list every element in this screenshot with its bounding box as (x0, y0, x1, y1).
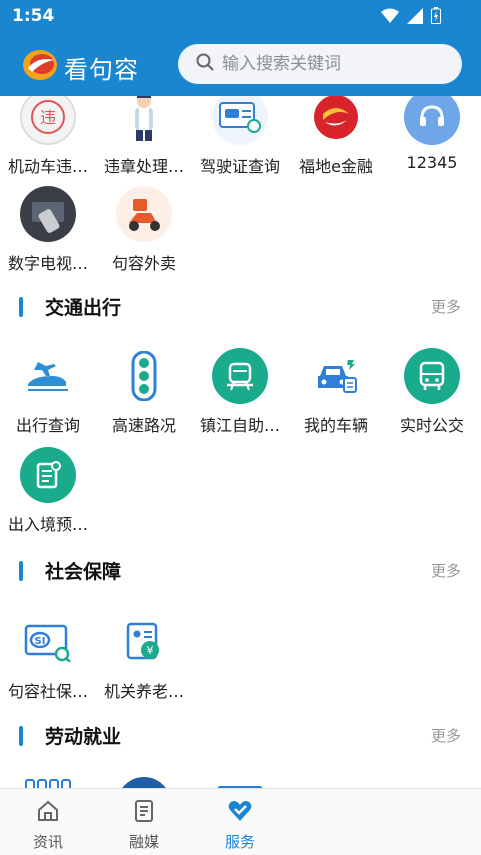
section-title: 交通出行 (45, 297, 122, 319)
service-label: 12345 (406, 153, 458, 172)
section-accent-bar (19, 561, 23, 581)
employment-icon-3[interactable] (218, 779, 262, 788)
section-title: 社会保障 (45, 561, 122, 583)
service-license-query[interactable]: 驾驶证查询 (192, 96, 288, 177)
home-icon (36, 800, 60, 827)
service-efinance[interactable]: 福地e金融 (288, 96, 384, 177)
train-plane-icon (20, 348, 76, 404)
service-travel-query[interactable]: 出行查询 (0, 348, 96, 436)
service-realtime-bus[interactable]: 实时公交 (384, 348, 480, 436)
service-label: 福地e金融 (299, 157, 373, 176)
self-service-car-icon (212, 348, 268, 404)
service-label: 出入境预… (7, 515, 88, 534)
social-security-card-icon: SI (20, 614, 76, 670)
tab-label: 资讯 (32, 833, 63, 851)
tab-spacer (288, 789, 481, 855)
document-icon (132, 800, 156, 827)
tab-services[interactable]: 服务 (192, 789, 288, 855)
heart-icon (227, 801, 253, 827)
search-input[interactable] (222, 54, 442, 74)
employment-icon-1[interactable] (22, 776, 72, 788)
service-highway-status[interactable]: 高速路况 (96, 348, 192, 436)
service-exit-entry[interactable]: 出入境预… (0, 447, 96, 535)
service-vehicle-violation[interactable]: 违 机动车违… (0, 96, 96, 177)
bus-icon (404, 348, 460, 404)
tv-remote-icon (20, 186, 76, 242)
service-digital-tv[interactable]: 数字电视… (0, 186, 96, 274)
service-label: 数字电视… (7, 254, 88, 273)
status-icons (381, 7, 441, 28)
search-icon (196, 53, 214, 75)
section-accent-bar (19, 726, 23, 746)
traffic-light-icon (116, 348, 172, 404)
tab-news[interactable]: 资讯 (0, 789, 96, 855)
more-link[interactable]: 更多 (431, 725, 461, 746)
employment-icon-2[interactable] (116, 776, 172, 788)
section-transport-header: 交通出行 更多 (0, 287, 481, 327)
search-bar[interactable] (178, 44, 462, 84)
battery-icon (431, 7, 441, 28)
my-car-icon (308, 348, 364, 404)
traffic-police-icon (116, 96, 172, 145)
service-label: 我的车辆 (303, 416, 368, 435)
svg-text:SI: SI (35, 636, 46, 647)
app-header: 看句容 (0, 34, 481, 96)
section-accent-bar (19, 297, 23, 317)
service-label: 实时公交 (399, 416, 464, 435)
service-label: 高速路况 (111, 416, 176, 435)
section-employment-header: 劳动就业 更多 (0, 716, 481, 756)
service-label: 机动车违… (7, 157, 88, 176)
violation-icon: 违 (20, 96, 76, 145)
service-label: 机关养老… (103, 682, 184, 701)
services-content[interactable]: 违 机动车违… 违章处理… 驾驶证查询 福地e金融 12345 数字电视… 句容… (0, 96, 481, 788)
section-social-security-header: 社会保障 更多 (0, 551, 481, 591)
more-link[interactable]: 更多 (431, 296, 461, 317)
tab-label: 服务 (224, 833, 255, 851)
bank-logo-icon (308, 96, 364, 145)
hotline-icon (404, 96, 460, 145)
delivery-scooter-icon (116, 186, 172, 242)
service-label: 句容社保… (7, 682, 88, 701)
service-takeout[interactable]: 句容外卖 (96, 186, 192, 274)
service-violation-handling[interactable]: 违章处理… (96, 96, 192, 177)
service-my-vehicle[interactable]: 我的车辆 (288, 348, 384, 436)
tab-media[interactable]: 融媒 (96, 789, 192, 855)
svg-text:违: 违 (40, 108, 56, 127)
app-logo[interactable]: 看句容 (22, 48, 139, 86)
pension-card-icon: ¥ (116, 614, 172, 670)
logo-icon (22, 48, 58, 86)
svg-text:¥: ¥ (147, 644, 154, 657)
wifi-icon (381, 8, 399, 28)
service-12345[interactable]: 12345 (384, 96, 480, 172)
bottom-tab-bar: 资讯 融媒 服务 (0, 788, 481, 855)
service-label: 驾驶证查询 (199, 157, 280, 176)
passport-document-icon (20, 447, 76, 503)
service-label: 镇江自助… (199, 416, 280, 435)
section-title: 劳动就业 (45, 726, 122, 748)
service-jurong-social-security[interactable]: SI 句容社保… (0, 614, 96, 702)
service-label: 违章处理… (103, 157, 184, 176)
tab-label: 融媒 (128, 833, 159, 851)
signal-icon (407, 7, 423, 28)
app-title: 看句容 (64, 55, 139, 84)
license-icon (212, 96, 268, 145)
service-pension[interactable]: ¥ 机关养老… (96, 614, 192, 702)
service-label: 出行查询 (15, 416, 80, 435)
more-link[interactable]: 更多 (431, 560, 461, 581)
service-zhenjiang-self[interactable]: 镇江自助… (192, 348, 288, 436)
status-bar: 1:54 (0, 0, 481, 34)
status-time: 1:54 (12, 6, 55, 26)
service-label: 句容外卖 (111, 254, 176, 273)
